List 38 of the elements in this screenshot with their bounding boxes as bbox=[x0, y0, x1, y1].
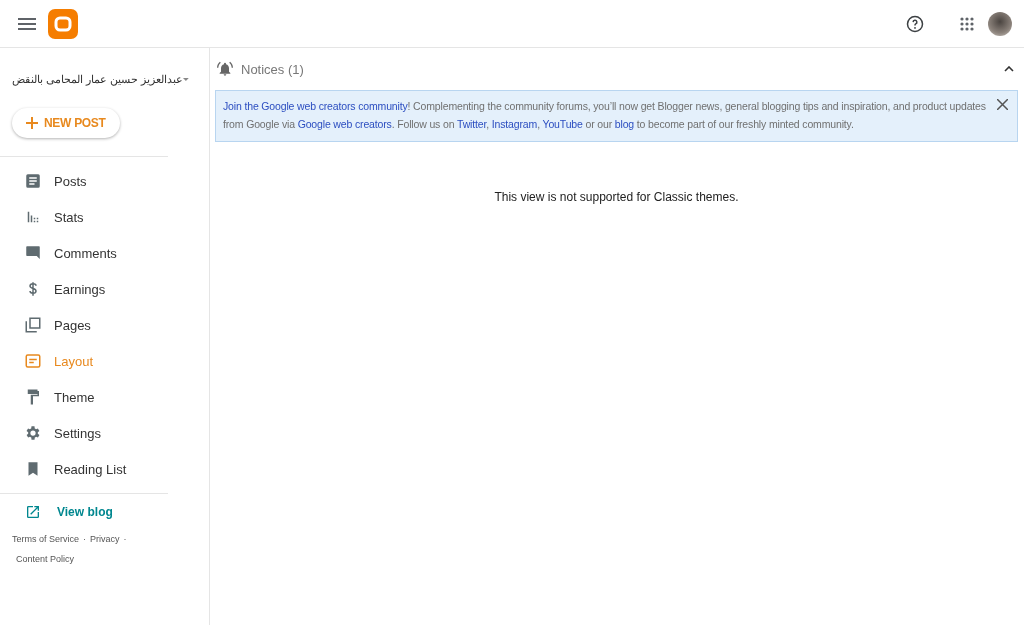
menu-icon[interactable] bbox=[18, 17, 36, 30]
layout-icon bbox=[24, 352, 42, 370]
pages-icon bbox=[24, 316, 42, 334]
unsupported-message: This view is not supported for Classic themes. bbox=[493, 190, 740, 204]
external-link-icon[interactable] bbox=[25, 504, 41, 520]
nav-item[interactable]: Pages bbox=[0, 307, 209, 343]
nav-item[interactable]: Stats bbox=[0, 199, 209, 235]
posts-icon bbox=[24, 172, 42, 190]
view-blog-link[interactable]: View blog bbox=[57, 505, 113, 519]
notice-link[interactable]: Google web creators bbox=[297, 118, 392, 130]
close-icon[interactable] bbox=[997, 99, 1008, 110]
notice-text: Join the Google web creators community! Complementing the community forums, you’ll now get Blogger news, general blogging tips and inspiration, and product updates from Google via Google web creators. Follow us on Twitter, Instagram, YouTube or our blog to become part of our freshly minted community. bbox=[223, 99, 987, 132]
footer-link[interactable]: Content Policy bbox=[16, 554, 75, 564]
separator-dot: · bbox=[83, 534, 87, 544]
settings-icon bbox=[24, 424, 42, 442]
nav-item[interactable]: Comments bbox=[0, 235, 209, 271]
dropdown-caret-icon[interactable] bbox=[183, 76, 189, 82]
blogger-logo[interactable] bbox=[48, 8, 78, 39]
notices-title: Notices (1) bbox=[241, 61, 305, 77]
notice-link[interactable]: YouTube bbox=[542, 118, 583, 130]
nav-item[interactable]: Theme bbox=[0, 379, 209, 415]
apps-grid-icon[interactable] bbox=[960, 16, 974, 31]
footer-link[interactable]: Terms of Service bbox=[12, 534, 80, 544]
blog-name[interactable]: عبدالعزيز حسين عمار المحامى بالنقض bbox=[12, 72, 184, 86]
footer-link[interactable]: Privacy bbox=[90, 534, 120, 544]
collapse-chevron-icon[interactable] bbox=[1004, 66, 1014, 72]
nav-item[interactable]: Settings bbox=[0, 415, 209, 451]
bell-icon bbox=[217, 61, 233, 77]
notice-link[interactable]: blog bbox=[614, 118, 635, 130]
separator-dot: · bbox=[123, 534, 127, 544]
account-avatar[interactable] bbox=[988, 11, 1012, 36]
nav-item[interactable]: Posts bbox=[0, 163, 209, 199]
comment-icon bbox=[24, 244, 42, 262]
plus-icon bbox=[26, 117, 38, 129]
nav-item[interactable]: Reading List bbox=[0, 451, 209, 487]
help-icon[interactable] bbox=[906, 14, 924, 33]
notice-link[interactable]: Join the Google web creators community bbox=[223, 100, 408, 112]
nav-item[interactable]: Earnings bbox=[0, 271, 209, 307]
